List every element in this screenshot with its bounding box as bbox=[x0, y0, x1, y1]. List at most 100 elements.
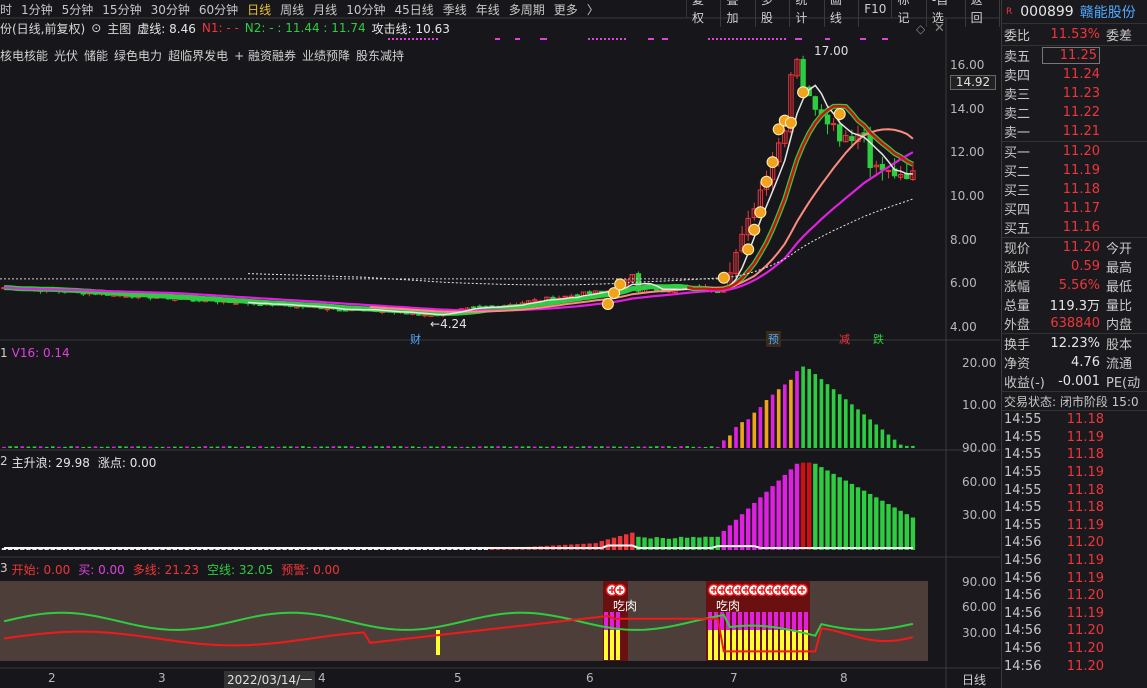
signal-dot bbox=[592, 38, 594, 40]
period-tab-0[interactable]: 时 bbox=[0, 1, 12, 18]
ind1-bar bbox=[118, 446, 122, 448]
candle-body bbox=[422, 314, 428, 317]
weibi-row: 委比 11.53% 委差 bbox=[1002, 24, 1147, 45]
tick-row-7: 14:56 11.20 bbox=[1002, 534, 1147, 552]
concept-tag-1[interactable]: 光伏 bbox=[54, 47, 78, 63]
ind1-bar bbox=[563, 446, 567, 448]
n2-value: N2: - : 11.44 : 11.74 bbox=[244, 21, 366, 35]
concept-tag-6[interactable]: 业绩预降 bbox=[302, 47, 350, 63]
period-tab-13[interactable]: 多周期 bbox=[509, 1, 545, 18]
tool-button-5[interactable]: F10 bbox=[859, 0, 893, 18]
candle-body bbox=[324, 308, 331, 311]
ask-row-4-label: 卖一 bbox=[1004, 126, 1031, 141]
x-tick-5: 6 bbox=[586, 671, 594, 685]
diamond-icon[interactable]: ◇ bbox=[916, 22, 925, 36]
signal-dot bbox=[388, 38, 390, 40]
period-tab-6[interactable]: 日线 bbox=[247, 1, 271, 18]
ind1-bar bbox=[349, 446, 354, 448]
concept-tag-0[interactable]: 核电核能 bbox=[0, 47, 48, 63]
concept-tag-4[interactable]: 超临界发电 bbox=[168, 47, 228, 63]
tool-button-2[interactable]: 多股 bbox=[756, 0, 791, 27]
tick-price: 11.20 bbox=[1066, 623, 1104, 639]
period-tab-3[interactable]: 15分钟 bbox=[102, 1, 141, 18]
ind1-bar bbox=[227, 446, 232, 448]
stat-row-1-label: 涨跌 bbox=[1004, 261, 1031, 276]
ind3-y-tick-1: 60.00 bbox=[962, 600, 997, 615]
ind1-bar bbox=[51, 446, 55, 448]
tool-button-7[interactable]: -自选 bbox=[927, 0, 966, 27]
tool-button-8[interactable]: 返回 bbox=[966, 0, 1001, 27]
ask-row-4: 卖一 11.21 bbox=[1002, 122, 1147, 141]
ind1-bar bbox=[661, 446, 665, 448]
tool-button-0[interactable]: 复权 bbox=[687, 0, 722, 27]
ind1-bar bbox=[105, 446, 110, 448]
tool-button-4[interactable]: 画线 bbox=[825, 0, 860, 27]
period-tab-7[interactable]: 周线 bbox=[280, 1, 304, 18]
period-tab-2[interactable]: 5分钟 bbox=[62, 1, 94, 18]
ind3-yellow-bar bbox=[762, 630, 766, 660]
bid-row-0-label: 买一 bbox=[1004, 146, 1031, 161]
r-badge: R bbox=[1006, 6, 1013, 17]
concept-tag-3[interactable]: 绿色电力 bbox=[114, 47, 162, 63]
ind1-bar bbox=[850, 404, 854, 448]
ind2-bar bbox=[837, 477, 842, 550]
ind2-bar bbox=[825, 470, 830, 550]
buy-signal-coin-0 bbox=[601, 297, 614, 310]
signal-dot bbox=[720, 38, 722, 40]
signal-dot bbox=[608, 38, 610, 40]
yu-marker[interactable]: 预 bbox=[766, 331, 781, 347]
close-icon[interactable]: ✕ bbox=[934, 21, 945, 36]
ind1-bar bbox=[630, 446, 635, 448]
ind1-bar bbox=[148, 446, 153, 448]
signal-dot bbox=[588, 38, 590, 40]
concept-tag-2[interactable]: 储能 bbox=[84, 47, 108, 63]
period-tab-14[interactable]: 更多 bbox=[554, 1, 578, 18]
ind1-bar bbox=[356, 446, 360, 448]
tick-list[interactable]: 14:55 11.18 14:55 11.19 14:55 11.18 14:55 11.19… bbox=[1002, 410, 1147, 675]
tick-price: 11.20 bbox=[1066, 641, 1104, 657]
period-tab-9[interactable]: 10分钟 bbox=[346, 1, 385, 18]
ind1-bar bbox=[435, 446, 439, 448]
main-label[interactable]: 主图 bbox=[107, 20, 131, 37]
ind1-bar bbox=[526, 446, 531, 448]
ind1-bar bbox=[819, 379, 824, 448]
signal-dot bbox=[518, 38, 520, 40]
x-axis-period[interactable]: 日线 bbox=[962, 671, 986, 688]
period-tab-11[interactable]: 季线 bbox=[443, 1, 467, 18]
signal-dot bbox=[886, 38, 888, 40]
stat2-row-2: 收益(-) -0.001 PE(动 bbox=[1002, 372, 1147, 391]
stat2-row-2-ext: PE(动 bbox=[1106, 376, 1141, 391]
ind3-yellow-bar bbox=[732, 630, 736, 660]
x-tick-7: 8 bbox=[840, 671, 848, 685]
tick-time: 14:56 bbox=[1004, 535, 1042, 551]
ind2-bar bbox=[813, 463, 818, 550]
period-tab-4[interactable]: 30分钟 bbox=[151, 1, 190, 18]
ind2-y-tick-1: 60.00 bbox=[962, 474, 997, 489]
settings-circle-icon[interactable]: ⊙ bbox=[91, 21, 101, 35]
period-tab-10[interactable]: 45日线 bbox=[394, 1, 433, 18]
ind1-bar bbox=[618, 446, 622, 448]
period-tab-8[interactable]: 月线 bbox=[313, 1, 337, 18]
ask-row-0-value: 11.25 bbox=[1042, 47, 1100, 64]
period-tab-5[interactable]: 60分钟 bbox=[199, 1, 238, 18]
stat-row-0-ext: 今开 bbox=[1106, 242, 1133, 257]
ind1-bar bbox=[179, 446, 183, 448]
period-tabs: 时 1分钟 5分钟 15分钟 30分钟 60分钟 日线 周线 月线 10分钟 45日线 季线 年线 多周期… bbox=[0, 0, 690, 18]
ind1-y-tick-0: 20.00 bbox=[962, 356, 997, 370]
period-tab-1[interactable]: 1分钟 bbox=[21, 1, 53, 18]
signal-dot bbox=[428, 38, 430, 40]
tool-button-3[interactable]: 统计 bbox=[790, 0, 825, 27]
more-arrow-icon[interactable]: 〉 bbox=[587, 1, 599, 18]
tool-button-1[interactable]: 叠加 bbox=[721, 0, 756, 27]
period-tab-12[interactable]: 年线 bbox=[476, 1, 500, 18]
stat-row-3-label: 总量 bbox=[1004, 299, 1031, 314]
concept-tag-7[interactable]: 股东减持 bbox=[356, 47, 404, 63]
cai-marker[interactable]: 财 bbox=[410, 331, 421, 347]
ind1-bar bbox=[545, 446, 549, 448]
concept-tag-5[interactable]: + 融资融券 bbox=[234, 47, 296, 63]
tick-time: 14:55 bbox=[1004, 447, 1042, 463]
die-marker[interactable]: 跌 bbox=[871, 331, 886, 347]
tick-row-5: 14:55 11.18 bbox=[1002, 499, 1147, 517]
n1-value: N1: - - bbox=[201, 21, 239, 35]
jian-marker[interactable]: 减 bbox=[837, 331, 852, 347]
